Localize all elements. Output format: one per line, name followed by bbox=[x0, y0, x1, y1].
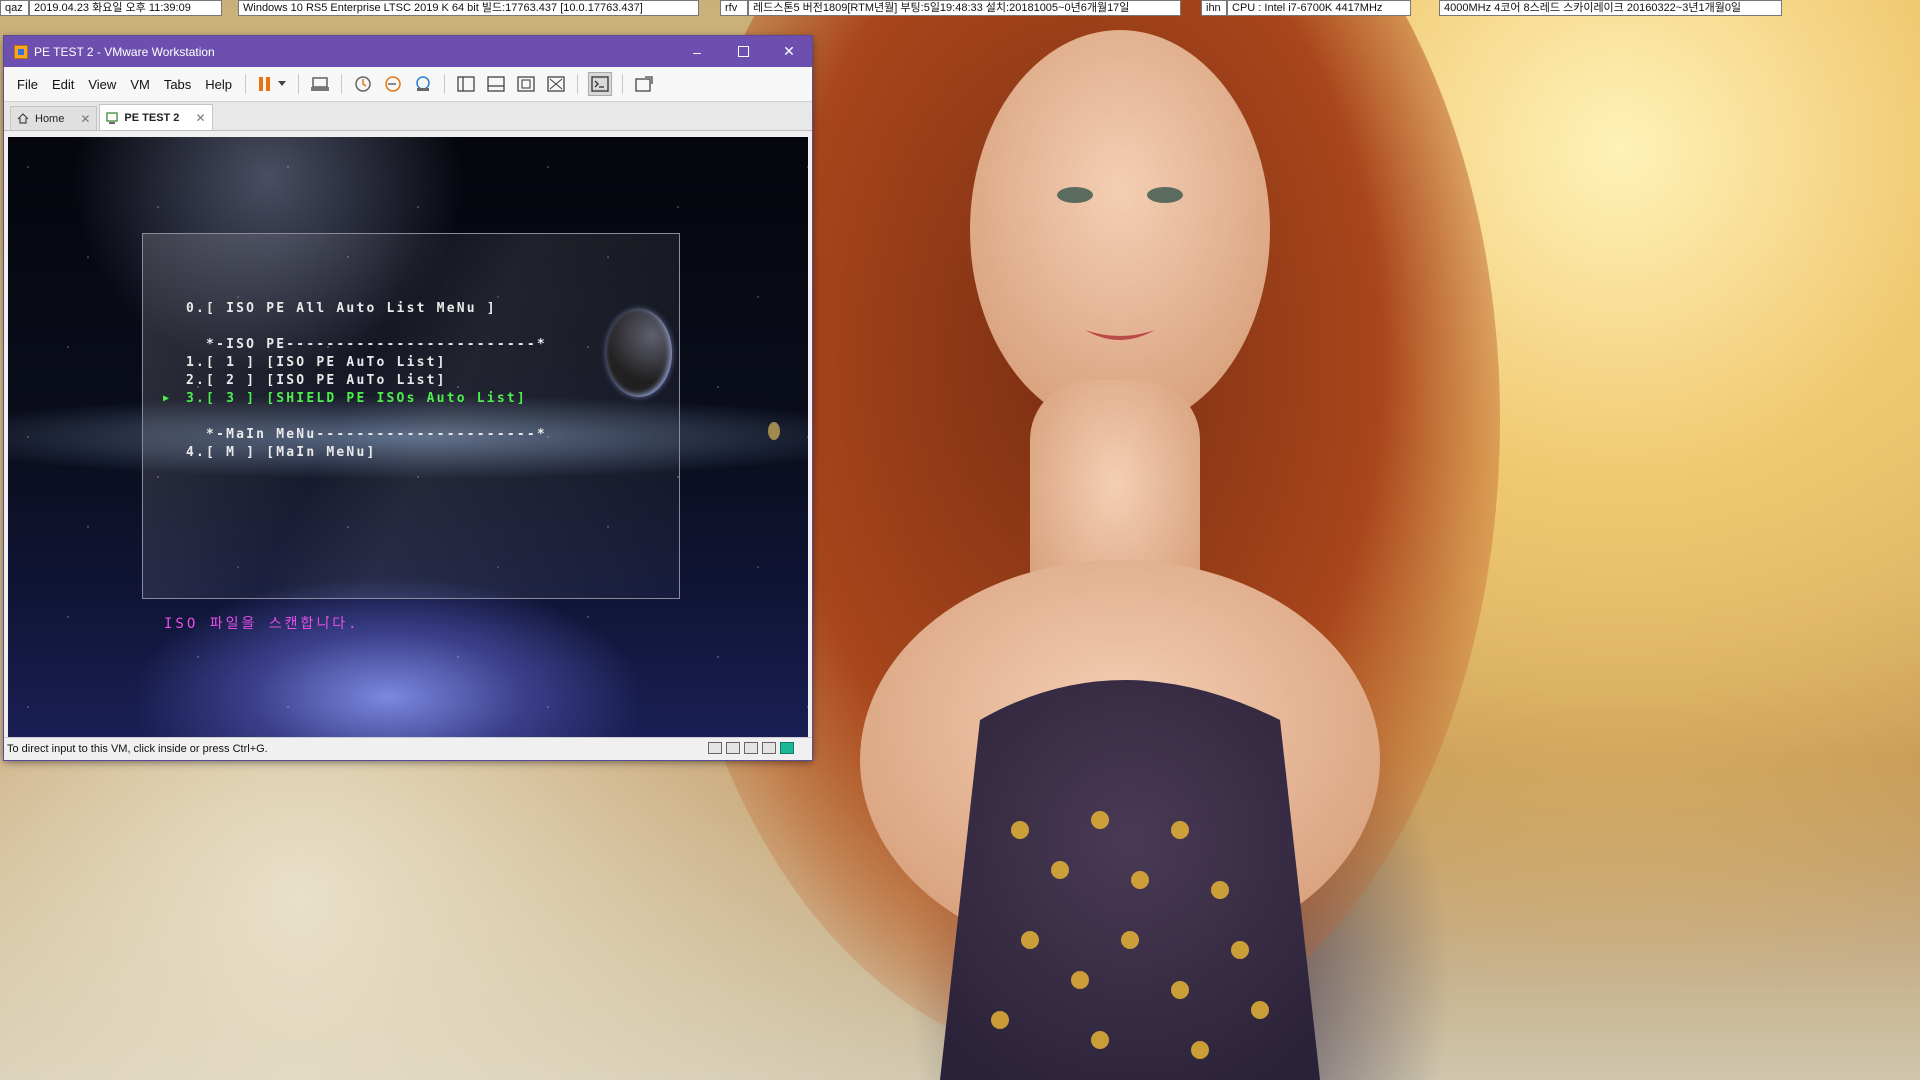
tab-pe-test-2[interactable]: PE TEST 2 ✕ bbox=[99, 104, 213, 130]
maximize-icon bbox=[737, 46, 749, 57]
close-button[interactable]: ✕ bbox=[766, 36, 812, 67]
send-ctrl-alt-del-button[interactable] bbox=[309, 73, 331, 95]
snapshot-icon bbox=[355, 76, 371, 92]
status-segment-rfv: rfv bbox=[720, 0, 748, 16]
boot-menu-item-main[interactable]: 4.[ M ] [MaIn MeNu] bbox=[186, 445, 377, 460]
snapshot-button[interactable] bbox=[352, 73, 374, 95]
status-segment-ihn: ihn bbox=[1201, 0, 1227, 16]
tab-pe-test-2-close-icon[interactable]: ✕ bbox=[195, 111, 205, 125]
boot-menu-separator-iso-pe: *-ISO PE-------------------------* bbox=[186, 337, 547, 352]
top-status-bar: qaz 2019.04.23 화요일 오후 11:39:09 Windows 1… bbox=[0, 0, 1920, 18]
menu-help[interactable]: Help bbox=[198, 77, 239, 92]
vmware-window: PE TEST 2 - VMware Workstation – ✕ File … bbox=[4, 36, 812, 760]
power-dropdown-button[interactable] bbox=[276, 73, 288, 95]
display-icon[interactable] bbox=[780, 742, 794, 754]
toolbar-separator bbox=[298, 74, 300, 94]
boot-menu-item-1[interactable]: 1.[ 1 ] [ISO PE AuTo List] bbox=[186, 355, 447, 370]
network-icon[interactable] bbox=[726, 742, 740, 754]
snapshot-manager-icon bbox=[416, 76, 430, 91]
menu-toolbar: File Edit View VM Tabs Help bbox=[4, 67, 812, 102]
toolbar-separator bbox=[622, 74, 624, 94]
console-view-button[interactable] bbox=[588, 72, 613, 96]
send-ctrl-alt-del-icon bbox=[311, 77, 330, 91]
thumbnail-bar-button[interactable] bbox=[485, 73, 507, 95]
tab-bar: Home ✕ PE TEST 2 ✕ bbox=[4, 102, 812, 131]
console-icon bbox=[591, 76, 609, 92]
vm-tab-icon bbox=[106, 111, 119, 124]
library-button[interactable] bbox=[455, 73, 477, 95]
selection-arrow-icon: ▶ bbox=[163, 393, 170, 404]
dropdown-arrow-icon bbox=[278, 81, 287, 86]
minimize-button[interactable]: – bbox=[674, 36, 720, 67]
status-segment-cpu-details: 4000MHz 4코어 8스레드 스카이레이크 20160322~3년1개월0일 bbox=[1439, 0, 1782, 16]
fullscreen-button[interactable] bbox=[515, 73, 537, 95]
printer-icon[interactable] bbox=[744, 742, 758, 754]
iso-scan-message: ISO 파일을 스캔합니다. bbox=[164, 616, 360, 632]
status-segment-os-version: Windows 10 RS5 Enterprise LTSC 2019 K 64… bbox=[238, 0, 699, 16]
vm-console-screen[interactable]: 0.[ ISO PE All Auto List MeNu ] *-ISO PE… bbox=[8, 137, 808, 737]
menu-vm[interactable]: VM bbox=[123, 77, 157, 92]
boot-menu-separator-main-menu: *-MaIn MeNu----------------------* bbox=[186, 427, 547, 442]
device-icons bbox=[708, 742, 794, 754]
status-segment-datetime: 2019.04.23 화요일 오후 11:39:09 bbox=[29, 0, 222, 16]
autofit-icon bbox=[635, 76, 653, 92]
toolbar-separator bbox=[341, 74, 343, 94]
minimize-icon: – bbox=[693, 43, 701, 60]
thumbnail-bar-icon bbox=[487, 76, 505, 92]
tab-pe-test-2-label: PE TEST 2 bbox=[124, 111, 180, 124]
toolbar-separator bbox=[444, 74, 446, 94]
tab-home[interactable]: Home ✕ bbox=[10, 106, 98, 130]
boot-menu-item-3-selected[interactable]: 3.[ 3 ] [SHIELD PE ISOs Auto List] bbox=[186, 391, 527, 406]
status-segment-qaz: qaz bbox=[0, 0, 29, 16]
pause-icon bbox=[259, 77, 271, 91]
snapshot-manager-button[interactable] bbox=[412, 73, 434, 95]
revert-snapshot-button[interactable] bbox=[382, 73, 404, 95]
menu-tabs[interactable]: Tabs bbox=[157, 77, 198, 92]
revert-snapshot-icon bbox=[385, 76, 401, 92]
library-icon bbox=[457, 76, 475, 92]
vm-status-bar: To direct input to this VM, click inside… bbox=[4, 737, 812, 759]
close-icon: ✕ bbox=[783, 43, 795, 59]
tab-home-close-icon[interactable]: ✕ bbox=[80, 112, 90, 126]
toolbar-separator bbox=[577, 74, 579, 94]
boot-menu-item-2[interactable]: 2.[ 2 ] [ISO PE AuTo List] bbox=[186, 373, 447, 388]
status-segment-build-info: 레드스톤5 버전1809[RTM년월] 부팅:5일19:48:33 설치:201… bbox=[748, 0, 1181, 16]
window-title: PE TEST 2 - VMware Workstation bbox=[34, 44, 215, 59]
window-titlebar[interactable]: PE TEST 2 - VMware Workstation – ✕ bbox=[4, 36, 812, 67]
menu-view[interactable]: View bbox=[81, 77, 123, 92]
toolbar-separator bbox=[245, 74, 247, 94]
menu-file[interactable]: File bbox=[10, 77, 45, 92]
moon-graphic bbox=[768, 422, 780, 440]
tab-home-label: Home bbox=[35, 112, 65, 125]
home-icon bbox=[17, 113, 29, 124]
boot-menu-panel bbox=[142, 233, 680, 599]
status-segment-cpu: CPU : Intel i7-6700K 4417MHz bbox=[1227, 0, 1411, 16]
pause-button[interactable] bbox=[254, 73, 276, 95]
unity-icon bbox=[547, 76, 565, 92]
autofit-button[interactable] bbox=[633, 73, 655, 95]
hard-disk-icon[interactable] bbox=[708, 742, 722, 754]
unity-button[interactable] bbox=[545, 73, 567, 95]
sound-icon[interactable] bbox=[762, 742, 776, 754]
vm-input-hint: To direct input to this VM, click inside… bbox=[7, 742, 268, 755]
fullscreen-icon bbox=[517, 76, 535, 92]
boot-menu-title[interactable]: 0.[ ISO PE All Auto List MeNu ] bbox=[186, 301, 497, 316]
vmware-app-icon bbox=[14, 44, 28, 59]
menu-edit[interactable]: Edit bbox=[45, 77, 81, 92]
maximize-button[interactable] bbox=[720, 36, 766, 67]
